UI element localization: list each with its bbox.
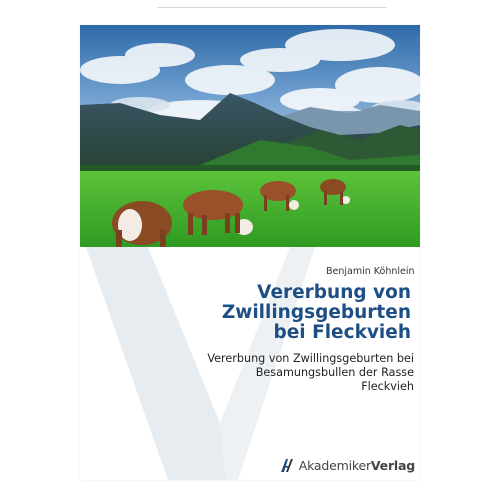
publisher-name: AkademikerVerlag bbox=[299, 458, 415, 473]
page-rule bbox=[157, 7, 387, 8]
publisher-name-suffix: Verlag bbox=[370, 457, 415, 473]
book-title: Vererbung von Zwillingsgeburten bei Flec… bbox=[221, 282, 411, 343]
akademiker-verlag-logo-icon bbox=[280, 459, 293, 472]
book-subtitle: Vererbung von Zwillingsgeburten bei Besa… bbox=[207, 352, 414, 393]
cover-photo bbox=[80, 25, 420, 247]
publisher-name-prefix: Akademiker bbox=[298, 457, 371, 473]
author-name: Benjamin Köhnlein bbox=[326, 266, 415, 277]
publisher-imprint: AkademikerVerlag bbox=[275, 454, 415, 476]
book-cover[interactable]: Benjamin Köhnlein Vererbung von Zwilling… bbox=[80, 25, 420, 480]
